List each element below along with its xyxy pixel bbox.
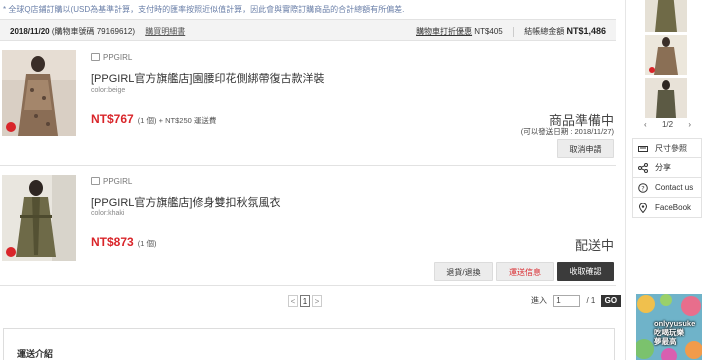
product-image[interactable]	[2, 175, 76, 261]
cancel-request-button[interactable]: 取消申請	[557, 139, 614, 158]
order-header: 2018/11/20 (購物車號碼 79169612) 購買明細書 購物車打折優…	[0, 19, 616, 41]
shipping-fee: + NT$250 運送費	[158, 116, 217, 125]
prev-page-button[interactable]: <	[288, 295, 298, 307]
recent-items-pager: ‹ 1/2 ›	[640, 120, 695, 129]
ad-text: onlyyusuke 吃喝玩樂 夢最高	[654, 319, 696, 346]
price-row: NT$873 (1 個)	[91, 235, 157, 249]
item-price: NT$767	[91, 112, 134, 126]
recent-page-indicator: 1/2	[661, 120, 674, 129]
sidebar-divider	[625, 0, 626, 360]
product-title[interactable]: [PPGIRL官方旗艦店]園腰印花側綁帶復古款洋裝	[91, 70, 324, 86]
order-item: PPGIRL [PPGIRL官方旗艦店]園腰印花側綁帶復古款洋裝 color:b…	[0, 42, 616, 166]
page-total: / 1	[586, 296, 596, 306]
order-status: 配送中	[574, 238, 614, 253]
order-date: 2018/11/20	[10, 27, 50, 36]
shop-name[interactable]: PPGIRL	[91, 53, 132, 62]
store-icon	[91, 53, 100, 61]
price-row: NT$767 (1 個) + NT$250 運送費	[91, 112, 216, 126]
shipping-section: 運送介紹	[3, 328, 615, 360]
go-button[interactable]: GO	[600, 295, 622, 307]
size-guide-link[interactable]: 尺寸參照	[632, 138, 702, 158]
chevron-right-icon[interactable]: ›	[688, 120, 691, 129]
facebook-link[interactable]: FaceBook	[632, 198, 702, 218]
product-image[interactable]	[2, 50, 76, 136]
confirm-receipt-button[interactable]: 收取確認	[557, 262, 614, 281]
recent-item-image[interactable]	[645, 35, 687, 75]
jump-label: 進入	[531, 296, 547, 306]
store-icon	[91, 177, 100, 185]
shop-name[interactable]: PPGIRL	[91, 177, 132, 186]
contact-us-link[interactable]: ? Contact us	[632, 178, 702, 198]
svg-text:?: ?	[641, 185, 644, 193]
chevron-left-icon[interactable]: ‹	[644, 120, 647, 129]
shipping-info-button[interactable]: 運送信息	[496, 262, 554, 281]
help-icon: ?	[638, 183, 648, 193]
total-value: NT$1,486	[566, 26, 606, 36]
share-icon	[638, 163, 648, 173]
page-input[interactable]: 1	[553, 295, 581, 307]
recent-item-image[interactable]	[645, 0, 687, 32]
item-price: NT$873	[91, 235, 134, 249]
page-jump: 進入 1 / 1 GO	[531, 295, 622, 307]
total-label: 結帳總金額	[524, 27, 565, 36]
order-item: PPGIRL [PPGIRL官方旗艦店]修身雙扣秋氛風衣 color:khaki…	[0, 167, 616, 286]
ruler-icon	[638, 146, 648, 152]
item-qty: (1 個)	[137, 116, 157, 125]
product-option: color:khaki	[91, 210, 125, 217]
product-title[interactable]: [PPGIRL官方旗艦店]修身雙扣秋氛風衣	[91, 194, 280, 210]
return-exchange-button[interactable]: 退貨/退換	[434, 262, 493, 281]
cart-discount-value: NT$405	[474, 27, 503, 36]
pagination: <1 >	[288, 295, 324, 307]
item-qty: (1 個)	[137, 239, 157, 248]
location-icon	[638, 203, 648, 213]
product-option: color:beige	[91, 87, 126, 94]
share-link[interactable]: 分享	[632, 158, 702, 178]
shipping-section-title: 運送介紹	[17, 349, 54, 359]
next-page-button[interactable]: >	[312, 295, 322, 307]
recent-item-image[interactable]	[645, 78, 687, 118]
currency-notice: * 全球Q店鋪訂購以(USD為基準計算，支付時的匯率按照近似值計算，因此會與實際…	[3, 5, 405, 14]
cart-discount-label[interactable]: 購物車打折優惠	[416, 27, 472, 36]
ship-date: (可以發送日期 : 2018/11/27)	[520, 127, 614, 136]
page-number[interactable]: 1	[300, 295, 310, 307]
receipt-link[interactable]: 購買明細書	[145, 27, 185, 36]
order-number: (購物車號碼 79169612)	[51, 27, 135, 36]
ad-banner[interactable]: onlyyusuke 吃喝玩樂 夢最高	[636, 294, 702, 360]
